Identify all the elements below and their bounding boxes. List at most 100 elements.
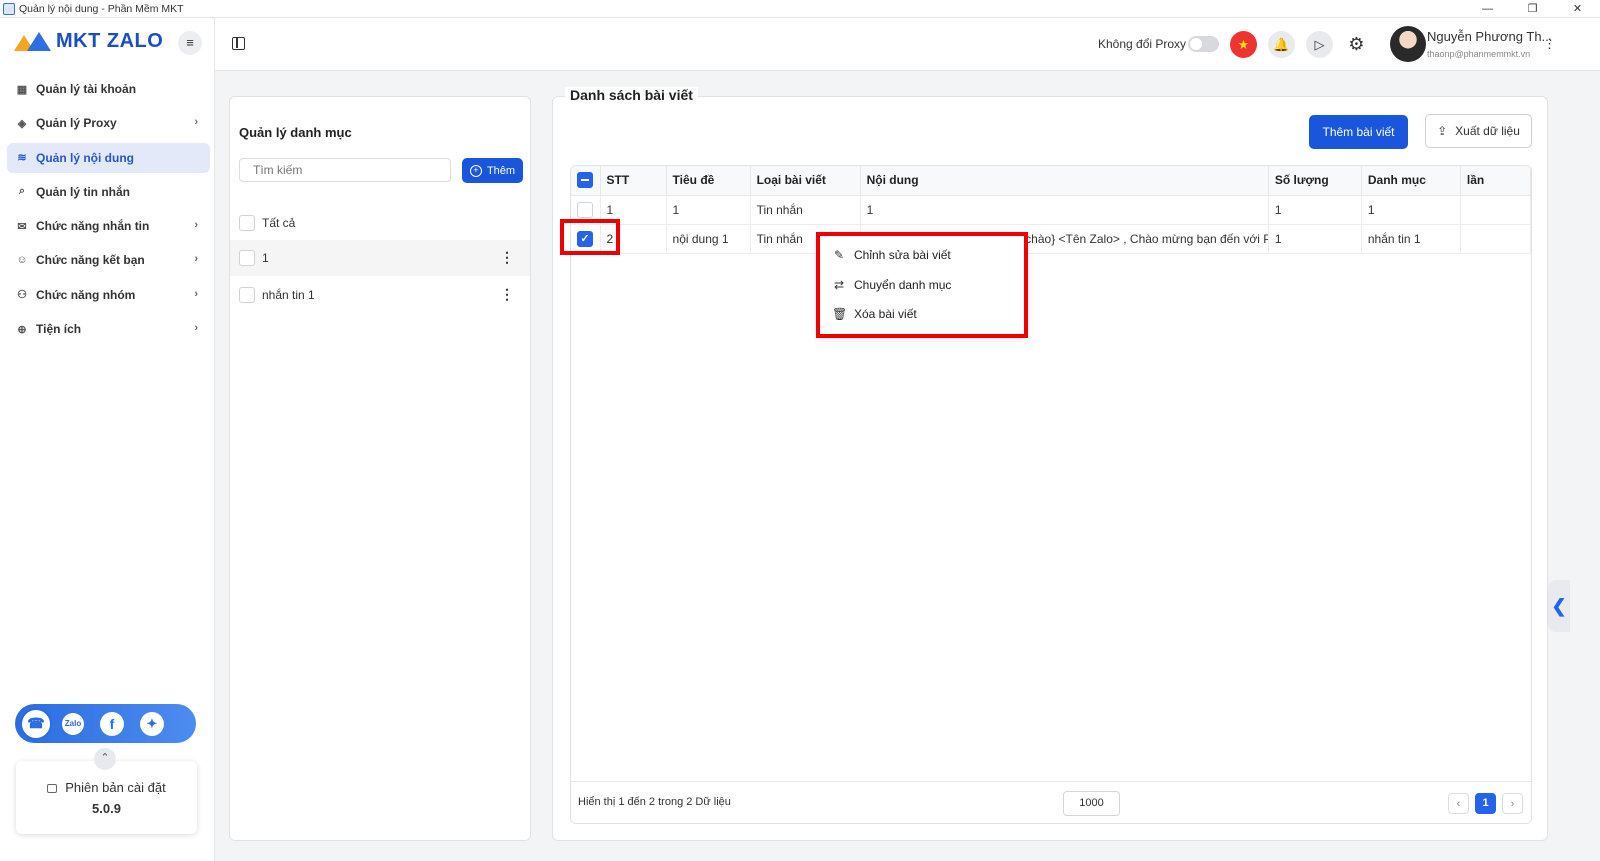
context-menu-label: Chỉnh sửa bài viết	[854, 248, 951, 262]
select-all-cell[interactable]	[571, 166, 601, 196]
row-checkbox[interactable]	[577, 201, 593, 218]
social-bar: ☎ Zalo f ✦	[15, 704, 196, 743]
table-row[interactable]: ✓ 2 nội dung 1 Tin nhắn {Xin chào|Chào|Hi|He…	[571, 224, 1531, 254]
minimize-button[interactable]: —	[1465, 0, 1510, 18]
window-titlebar: Quản lý nội dung - Phần Mềm MKT — ❐ ✕	[0, 0, 1600, 18]
add-category-label: Thêm	[486, 164, 516, 177]
table-footer: Hiển thị 1 đến 2 trong 2 Dữ liệu 1000 ‹ …	[571, 781, 1531, 823]
sidebar-item-4[interactable]: ✉ Chức năng nhắn tin ›	[7, 211, 210, 241]
category-checkbox[interactable]	[239, 250, 255, 266]
category-row[interactable]: nhắn tin 1 ⋮	[230, 277, 530, 313]
support-icon[interactable]: ☎	[20, 707, 52, 740]
sidebar-item-6[interactable]: ⚇ Chức năng nhóm ›	[7, 280, 210, 310]
sidebar: MKT ZALO ≡ ▦ Quản lý tài khoản ◈ Quản lý Pr…	[0, 18, 215, 861]
website-icon[interactable]: ✦	[140, 711, 164, 736]
version-icon	[47, 784, 58, 793]
add-post-button[interactable]: Thêm bài viết	[1309, 115, 1408, 149]
page-size-select[interactable]: 1000	[1063, 791, 1120, 816]
category-checkbox[interactable]	[239, 215, 255, 231]
category-checkbox[interactable]	[239, 287, 255, 303]
close-button[interactable]: ✕	[1555, 0, 1600, 18]
plus-circle-icon: +	[469, 164, 482, 177]
panel-toggle-icon[interactable]	[232, 37, 245, 50]
row-checkbox-checked[interactable]: ✓	[577, 230, 593, 247]
post-list-title: Danh sách bài viết	[565, 87, 698, 103]
row-select-cell[interactable]: ✓	[571, 224, 601, 254]
category-row[interactable]: 1 ⋮	[230, 240, 530, 276]
utility-icon: ⊕	[17, 323, 27, 336]
sidebar-item-7[interactable]: ⊕ Tiện ích ›	[7, 314, 210, 344]
avatar[interactable]	[1390, 26, 1426, 62]
collapse-up-icon[interactable]: ⌃	[94, 748, 116, 770]
window-controls: — ❐ ✕	[1465, 0, 1600, 18]
sidebar-item-3[interactable]: ⌕ Quản lý tin nhắn	[7, 177, 210, 207]
zalo-icon[interactable]: Zalo	[62, 712, 84, 735]
window-title: Quản lý nội dung - Phần Mềm MKT	[19, 2, 184, 15]
bell-icon[interactable]: 🔔	[1268, 31, 1295, 58]
top-header: Không đổi Proxy ★ 🔔 ▷ ⚙ Nguyễn Phương Th…	[215, 18, 1600, 71]
version-number: 5.0.9	[92, 801, 121, 816]
page-button-current[interactable]: 1	[1475, 793, 1496, 814]
move-icon: ⇄	[833, 278, 845, 292]
prev-page-button[interactable]: ‹	[1448, 793, 1469, 814]
select-all-checkbox[interactable]	[577, 172, 593, 189]
category-row[interactable]: Tất cả	[230, 205, 530, 241]
column-header[interactable]: Loại bài viết	[750, 166, 861, 196]
sidebar-item-label: Quản lý tin nhắn	[36, 184, 131, 199]
column-header[interactable]: lần	[1460, 166, 1531, 196]
proxy-toggle[interactable]	[1188, 36, 1219, 52]
edit-icon: ✎	[833, 248, 845, 262]
kebab-menu-icon[interactable]: ⋮	[500, 287, 514, 301]
proxy-label: Không đổi Proxy	[1098, 37, 1187, 51]
export-button[interactable]: ⇪ Xuất dữ liệu	[1425, 114, 1532, 148]
post-table: STT Tiêu đề Loại bài viết Nội dung Số lượng D…	[570, 165, 1532, 824]
column-header[interactable]: Tiêu đề	[666, 166, 751, 196]
maximize-button[interactable]: ❐	[1510, 0, 1555, 18]
sidebar-item-1[interactable]: ◈ Quản lý Proxy ›	[7, 108, 210, 138]
category-label: 1	[262, 251, 269, 265]
add-category-button[interactable]: + Thêm	[462, 158, 523, 183]
sliders-icon: ≋	[17, 152, 27, 165]
cell-category: 1	[1361, 195, 1461, 225]
user-menu-icon[interactable]: ⋮	[1543, 36, 1556, 52]
sidebar-item-label: Quản lý nội dung	[36, 150, 134, 165]
version-card: Phiên bản cài đặt 5.0.9	[16, 761, 197, 834]
column-header[interactable]: STT	[600, 166, 667, 196]
cell-title: nội dung 1	[666, 224, 751, 254]
play-icon[interactable]: ▷	[1306, 31, 1333, 58]
gear-icon[interactable]: ⚙	[1343, 31, 1370, 58]
vietnam-flag-icon[interactable]: ★	[1230, 31, 1257, 58]
column-header[interactable]: Nội dung	[860, 166, 1269, 196]
search-message-icon: ⌕	[18, 185, 26, 198]
table-row[interactable]: 1 1 Tin nhắn 1 1 1	[571, 195, 1531, 225]
sidebar-item-2[interactable]: ≋ Quản lý nội dung	[7, 142, 210, 173]
column-header[interactable]: Danh mục	[1361, 166, 1461, 196]
category-label: Tất cả	[262, 216, 296, 230]
context-menu-item[interactable]: ✎ Chỉnh sửa bài viết	[832, 244, 951, 266]
group-icon: ⚇	[17, 289, 27, 302]
kebab-menu-icon[interactable]: ⋮	[500, 250, 514, 264]
facebook-icon[interactable]: f	[100, 711, 124, 736]
column-header[interactable]: Số lượng	[1268, 166, 1362, 196]
category-panel-title: Quản lý danh mục	[239, 125, 352, 140]
logo-mark-icon	[14, 31, 54, 52]
sidebar-item-5[interactable]: ☺ Chức năng kết bạn ›	[7, 245, 210, 275]
side-panel-toggle-icon[interactable]: ❮	[1548, 580, 1570, 632]
cell-stt: 1	[600, 195, 667, 225]
user-name[interactable]: Nguyễn Phương Th...	[1427, 29, 1552, 44]
cell-category: nhắn tin 1	[1361, 224, 1461, 254]
app-logo: MKT ZALO	[14, 30, 163, 53]
context-menu-item[interactable]: 🗑 Xóa bài viết	[832, 303, 917, 325]
sidebar-item-label: Quản lý Proxy	[36, 116, 117, 131]
sidebar-item-0[interactable]: ▦ Quản lý tài khoản	[7, 74, 210, 104]
sidebar-item-label: Chức năng nhắn tin	[36, 219, 150, 234]
row-select-cell[interactable]	[571, 195, 601, 225]
cell-content: 1	[860, 195, 1269, 225]
menu-toggle-icon[interactable]: ≡	[178, 31, 202, 55]
sidebar-nav: ▦ Quản lý tài khoản ◈ Quản lý Proxy › ≋ Quản l…	[7, 74, 210, 348]
category-search-input[interactable]	[239, 158, 451, 182]
user-email: thaonp@phanmemmkt.vn	[1427, 49, 1531, 59]
context-menu-label: Chuyển danh mục	[854, 278, 952, 292]
next-page-button[interactable]: ›	[1502, 793, 1523, 814]
context-menu-item[interactable]: ⇄ Chuyển danh mục	[832, 274, 951, 296]
